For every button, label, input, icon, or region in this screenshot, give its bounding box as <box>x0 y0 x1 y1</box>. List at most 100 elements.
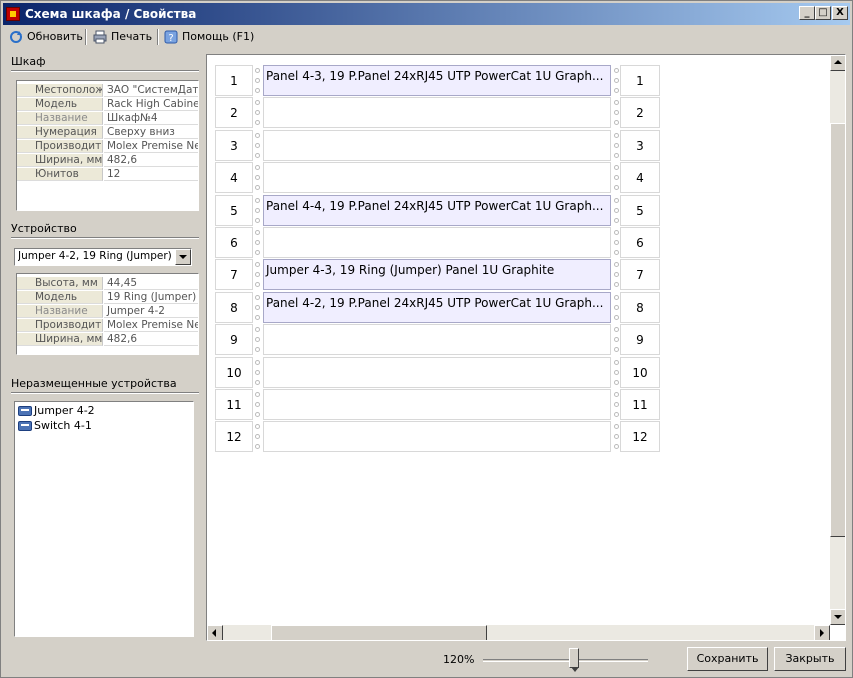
rail-hole <box>614 175 619 181</box>
unit-number-right: 9 <box>620 324 660 356</box>
prop-row[interactable]: Название Шкаф№4 <box>17 112 198 125</box>
rail-hole <box>614 88 619 93</box>
properties-panel: Шкаф Местополож ЗАО "СистемДат" Модель R… <box>5 53 201 643</box>
rail-hole <box>614 142 619 148</box>
prop-row[interactable]: Местополож ЗАО "СистемДат" <box>17 84 198 97</box>
prop-row[interactable]: Ширина, мм 482,6 <box>17 333 198 346</box>
prop-key: Модель <box>17 98 103 111</box>
zoom-slider-track[interactable] <box>483 659 648 662</box>
prop-key: Название <box>17 112 103 125</box>
unit-number-left: 5 <box>215 194 253 226</box>
rail-hole <box>255 250 260 255</box>
rail-hole <box>614 272 619 278</box>
rack-unit-row: 11 11 <box>215 389 660 421</box>
rail-hole <box>255 412 260 417</box>
prop-row[interactable]: Производит Molex Premise Netw <box>17 319 198 332</box>
unplaced-item[interactable]: Switch 4-1 <box>17 419 92 433</box>
zoom-slider-thumb[interactable] <box>568 648 579 672</box>
prop-row[interactable]: Модель 19 Ring (Jumper) P <box>17 291 198 304</box>
rail-hole <box>255 424 260 430</box>
rack-unit-row: 66 <box>215 227 660 259</box>
refresh-button[interactable]: Обновить <box>7 28 83 46</box>
unplaced-devices-list: Jumper 4-2 Switch 4-1 <box>14 401 194 637</box>
rack-slot[interactable] <box>263 356 611 388</box>
title-bar[interactable]: Схема шкафа / Свойства _ □ X <box>3 3 850 25</box>
unplaced-item[interactable]: Jumper 4-2 <box>17 404 95 418</box>
rack-slot[interactable] <box>263 162 611 194</box>
prop-key: Название <box>17 305 103 318</box>
help-button[interactable]: ? Помощь (F1) <box>162 28 254 46</box>
rack-slot[interactable] <box>263 227 611 258</box>
rail-hole <box>255 304 260 310</box>
unit-number-right: 1 <box>620 65 660 96</box>
rail-holes <box>253 195 263 226</box>
save-button[interactable]: Сохранить <box>687 647 768 671</box>
prop-row[interactable]: Нумерация Сверху вниз <box>17 126 198 139</box>
prop-row[interactable]: Производит Molex Premise Netw <box>17 140 198 153</box>
prop-row[interactable]: Высота, мм 44,45 <box>17 277 198 290</box>
rail-hole <box>255 240 260 245</box>
close-button[interactable]: Закрыть <box>774 647 846 671</box>
help-icon: ? <box>164 30 178 44</box>
rail-hole <box>614 337 619 343</box>
vertical-scroll-thumb[interactable] <box>830 123 845 537</box>
prop-key: Модель <box>17 291 103 304</box>
close-window-button[interactable]: X <box>832 6 848 20</box>
rail-hole <box>614 359 619 365</box>
device-icon <box>18 406 32 416</box>
rail-hole <box>614 110 619 116</box>
rack-device[interactable]: Jumper 4-3, 19 Ring (Jumper) Panel 1U Gr… <box>263 259 611 291</box>
rail-hole <box>614 392 619 397</box>
prop-key: Высота, мм <box>17 277 103 290</box>
prop-row[interactable]: Юнитов 12 <box>17 168 198 181</box>
rack-unit-row: 12 12 <box>215 421 660 453</box>
rail-hole <box>255 282 260 288</box>
prop-value: 482,6 <box>104 333 198 346</box>
scroll-up-button[interactable] <box>830 55 845 71</box>
rack-slot[interactable] <box>263 389 611 420</box>
rack-slot[interactable] <box>263 324 611 356</box>
rack-slot[interactable] <box>263 129 611 161</box>
prop-row[interactable]: Модель Rack High Cabinet <box>17 98 198 111</box>
prop-value: 482,6 <box>104 154 198 167</box>
rail-hole <box>614 402 619 407</box>
rail-hole <box>614 282 619 288</box>
rail-hole <box>614 424 619 430</box>
prop-value: Molex Premise Netw <box>104 319 198 332</box>
vertical-scrollbar[interactable] <box>830 55 845 625</box>
rail-hole <box>614 304 619 310</box>
horizontal-scroll-thumb[interactable] <box>271 625 487 640</box>
unit-number-left: 12 <box>215 421 253 453</box>
print-button[interactable]: Печать <box>91 28 152 46</box>
cabinet-properties: Местополож ЗАО "СистемДат" Модель Rack H… <box>16 80 199 211</box>
rack-slot[interactable] <box>263 421 611 453</box>
rail-hole <box>255 142 260 148</box>
rack-device[interactable]: Panel 4-3, 19 P.Panel 24xRJ45 UTP PowerC… <box>263 65 611 96</box>
window-title: Схема шкафа / Свойства <box>25 7 197 21</box>
minimize-button[interactable]: _ <box>799 6 815 20</box>
rail-hole <box>255 100 260 106</box>
prop-value: Rack High Cabinet <box>104 98 198 111</box>
rail-hole <box>614 240 619 245</box>
rail-hole <box>614 314 619 320</box>
prop-key: Производит <box>17 140 103 153</box>
rail-hole <box>614 412 619 417</box>
chevron-down-icon[interactable] <box>175 249 191 265</box>
maximize-button[interactable]: □ <box>815 6 831 20</box>
rail-hole <box>255 230 260 235</box>
prop-row[interactable]: Ширина, мм 482,6 <box>17 154 198 167</box>
device-select[interactable]: Jumper 4-2, 19 Ring (Jumper) Pa <box>14 248 192 266</box>
rack-device[interactable]: Panel 4-2, 19 P.Panel 24xRJ45 UTP PowerC… <box>263 291 611 323</box>
rail-hole <box>255 165 260 171</box>
scroll-left-button[interactable] <box>207 625 223 640</box>
rail-hole <box>614 132 619 138</box>
prop-key: Ширина, мм <box>17 154 103 167</box>
scroll-right-button[interactable] <box>814 625 830 640</box>
unit-number-right: 10 <box>620 356 660 388</box>
rack-device[interactable]: Panel 4-4, 19 P.Panel 24xRJ45 UTP PowerC… <box>263 194 611 226</box>
horizontal-scrollbar[interactable] <box>207 625 830 640</box>
prop-row[interactable]: Название Jumper 4-2 <box>17 305 198 318</box>
rack-slot[interactable] <box>263 97 611 129</box>
rail-hole <box>255 262 260 268</box>
scroll-down-button[interactable] <box>830 609 845 625</box>
